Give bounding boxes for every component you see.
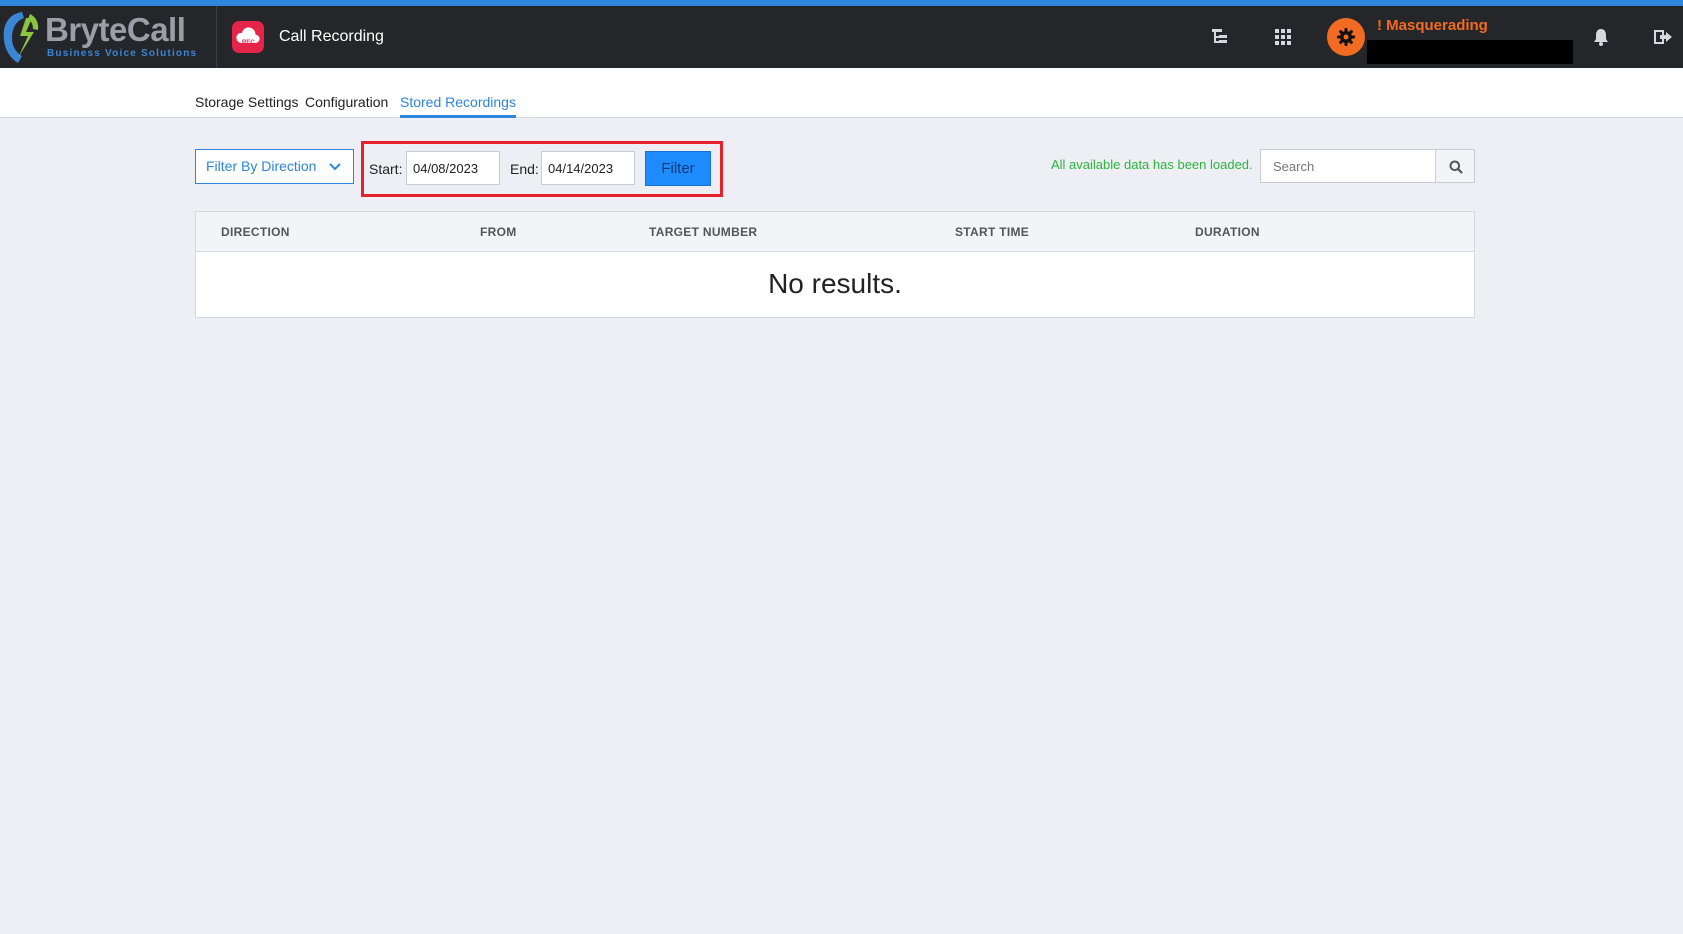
data-loaded-status: All available data has been loaded. <box>1051 157 1253 172</box>
tab-storage-settings[interactable]: Storage Settings <box>195 94 299 115</box>
search-icon <box>1449 160 1463 174</box>
redacted-user-name <box>1367 40 1573 64</box>
column-header-duration[interactable]: DURATION <box>1195 225 1260 239</box>
end-date-label: End: <box>510 161 539 177</box>
masquerading-label: ! Masquerading <box>1377 17 1488 34</box>
app-header: BryteCall Business Voice Solutions REC C… <box>0 6 1683 68</box>
brand-name: BryteCall <box>45 11 186 48</box>
rec-badge: REC <box>242 40 255 46</box>
column-header-start-time[interactable]: START TIME <box>955 225 1029 239</box>
filter-button[interactable]: Filter <box>645 151 711 186</box>
search-button[interactable] <box>1435 149 1475 183</box>
end-date-input[interactable] <box>541 151 635 185</box>
brand-logo-icon <box>3 12 39 63</box>
brand-tagline: Business Voice Solutions <box>47 48 198 59</box>
settings-gear-icon <box>1337 28 1355 46</box>
tab-stored-recordings[interactable]: Stored Recordings <box>400 94 516 118</box>
logout-icon[interactable] <box>1652 26 1674 48</box>
call-recording-app-icon: REC <box>232 21 264 53</box>
search-input[interactable] <box>1260 149 1436 183</box>
start-date-label: Start: <box>369 161 403 177</box>
filter-by-direction-dropdown[interactable]: Filter By Direction <box>195 149 354 184</box>
column-header-target-number[interactable]: TARGET NUMBER <box>649 225 757 239</box>
recordings-table: DIRECTION FROM TARGET NUMBER START TIME … <box>195 211 1475 318</box>
column-header-direction[interactable]: DIRECTION <box>221 225 290 239</box>
table-header: DIRECTION FROM TARGET NUMBER START TIME … <box>196 212 1474 252</box>
column-header-from[interactable]: FROM <box>480 225 517 239</box>
chevron-down-icon <box>329 163 341 171</box>
masquerade-settings-button[interactable] <box>1327 18 1365 56</box>
app-title: Call Recording <box>279 28 384 45</box>
header-divider <box>216 6 217 68</box>
start-date-input[interactable] <box>406 151 500 185</box>
empty-state-message: No results. <box>768 268 902 299</box>
brand-logo[interactable]: BryteCall Business Voice Solutions <box>0 6 216 68</box>
bell-icon[interactable] <box>1590 26 1612 48</box>
filter-by-direction-label: Filter By Direction <box>206 158 317 174</box>
org-tree-icon[interactable] <box>1209 26 1231 48</box>
apps-grid-icon[interactable] <box>1272 26 1294 48</box>
tab-configuration[interactable]: Configuration <box>305 94 388 115</box>
sub-navigation: Storage Settings Configuration Stored Re… <box>0 68 1683 118</box>
